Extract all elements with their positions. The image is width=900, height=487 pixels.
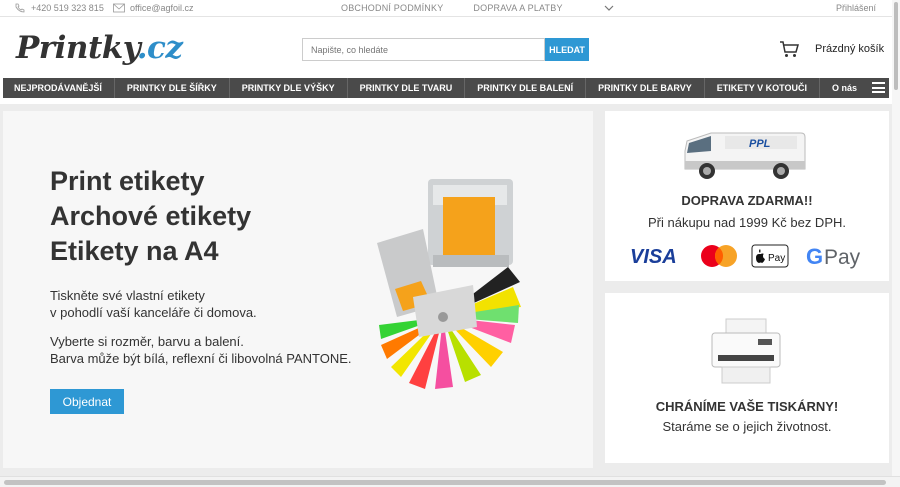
- free-shipping-card[interactable]: PPL DOPRAVA ZDARMA!! Při nákupu nad 1999…: [605, 111, 889, 281]
- printer-icon: [711, 318, 781, 384]
- free-shipping-text: Při nákupu nad 1999 Kč bez DPH.: [647, 215, 846, 230]
- phone-number: +420 519 323 815: [31, 3, 104, 13]
- svg-text:Pay: Pay: [768, 253, 785, 264]
- horizontal-scrollbar[interactable]: [0, 476, 900, 487]
- hero-banner: Print etikety Archové etikety Etikety na…: [3, 111, 593, 468]
- email-address: office@agfoil.cz: [130, 3, 194, 13]
- nav-item-by-packaging[interactable]: PRINTKY DLE BALENÍ: [465, 78, 587, 98]
- hamburger-menu-icon[interactable]: [872, 82, 885, 93]
- apple-pay-icon: Pay: [751, 244, 789, 268]
- login-link[interactable]: Přihlášení: [836, 3, 876, 13]
- hero-title-line: Archové etikety: [50, 201, 252, 231]
- printer-protection-title: CHRÁNÍME VAŠE TISKÁRNY!: [655, 399, 839, 414]
- vertical-scrollbar[interactable]: [892, 0, 900, 476]
- nav-item-by-width[interactable]: PRINTKY DLE ŠÍŘKY: [115, 78, 230, 98]
- cart-label: Prázdný košík: [815, 43, 885, 55]
- main-nav: NEJPRODÁVANĚJŠÍ PRINTKY DLE ŠÍŘKY PRINTK…: [3, 78, 889, 98]
- logo-tld: .cz: [136, 30, 183, 66]
- printer-protection-card[interactable]: CHRÁNÍME VAŠE TISKÁRNY! Staráme se o jej…: [605, 293, 889, 463]
- svg-text:Pay: Pay: [824, 246, 861, 269]
- nav-item-by-color[interactable]: PRINTKY DLE BARVY: [586, 78, 705, 98]
- svg-text:VISA: VISA: [630, 246, 677, 268]
- chevron-down-icon[interactable]: [604, 3, 614, 13]
- delivery-van-icon: PPL: [684, 132, 806, 179]
- logo-main: Printky: [16, 30, 137, 66]
- nav-item-by-shape[interactable]: PRINTKY DLE TVARU: [348, 78, 466, 98]
- nav-item-bestsellers[interactable]: NEJPRODÁVANĚJŠÍ: [3, 78, 115, 98]
- top-utility-bar: +420 519 323 815 office@agfoil.cz OBCHOD…: [0, 0, 900, 17]
- hero-paragraph-2: Vyberte si rozměr, barvu a balení. Barva…: [50, 333, 352, 367]
- printer-protection-text: Staráme se o jejich životnost.: [662, 419, 832, 434]
- terms-link[interactable]: OBCHODNÍ PODMÍNKY: [341, 3, 443, 13]
- search-input[interactable]: [302, 38, 545, 61]
- hero-title: Print etikety Archové etikety Etikety na…: [50, 164, 251, 269]
- printer-labels-illustration: [377, 179, 521, 389]
- hero-text-line: v pohodlí vaší kanceláře či domova.: [50, 305, 257, 320]
- vertical-scroll-thumb[interactable]: [894, 2, 898, 90]
- hero-text-line: Barva může být bílá, reflexní či libovol…: [50, 351, 352, 366]
- nav-item-about[interactable]: O nás: [820, 78, 869, 98]
- shipping-payment-link[interactable]: DOPRAVA A PLATBY: [473, 3, 562, 13]
- site-logo[interactable]: Printky.cz: [16, 30, 183, 66]
- email-contact[interactable]: office@agfoil.cz: [113, 3, 194, 13]
- nav-item-by-height[interactable]: PRINTKY DLE VÝŠKY: [230, 78, 348, 98]
- hero-title-line: Etikety na A4: [50, 236, 219, 266]
- google-pay-icon: G Pay: [806, 244, 861, 269]
- phone-icon: [15, 3, 25, 13]
- free-shipping-title: DOPRAVA ZDARMA!!: [681, 193, 813, 208]
- horizontal-scroll-thumb[interactable]: [4, 480, 886, 485]
- hero-title-line: Print etikety: [50, 166, 205, 196]
- van-brand-text: PPL: [749, 138, 771, 150]
- hero-paragraph-1: Tiskněte své vlastní etikety v pohodlí v…: [50, 287, 257, 321]
- hero-text-line: Tiskněte své vlastní etikety: [50, 288, 205, 303]
- payment-methods: VISA Pay G Pay: [630, 244, 861, 269]
- cart[interactable]: Prázdný košík: [779, 40, 884, 58]
- mail-icon: [113, 3, 125, 13]
- nav-item-roll-labels[interactable]: ETIKETY V KOTOUČI: [705, 78, 820, 98]
- order-button[interactable]: Objednat: [50, 389, 124, 414]
- mastercard-icon: [701, 245, 737, 267]
- visa-icon: VISA: [630, 246, 677, 268]
- hero-text-line: Vyberte si rozměr, barvu a balení.: [50, 334, 244, 349]
- search-button[interactable]: HLEDAT: [545, 38, 589, 61]
- top-links: OBCHODNÍ PODMÍNKY DOPRAVA A PLATBY: [341, 3, 563, 13]
- cart-icon: [780, 41, 799, 57]
- phone-contact[interactable]: +420 519 323 815: [14, 3, 104, 13]
- svg-text:G: G: [806, 244, 823, 269]
